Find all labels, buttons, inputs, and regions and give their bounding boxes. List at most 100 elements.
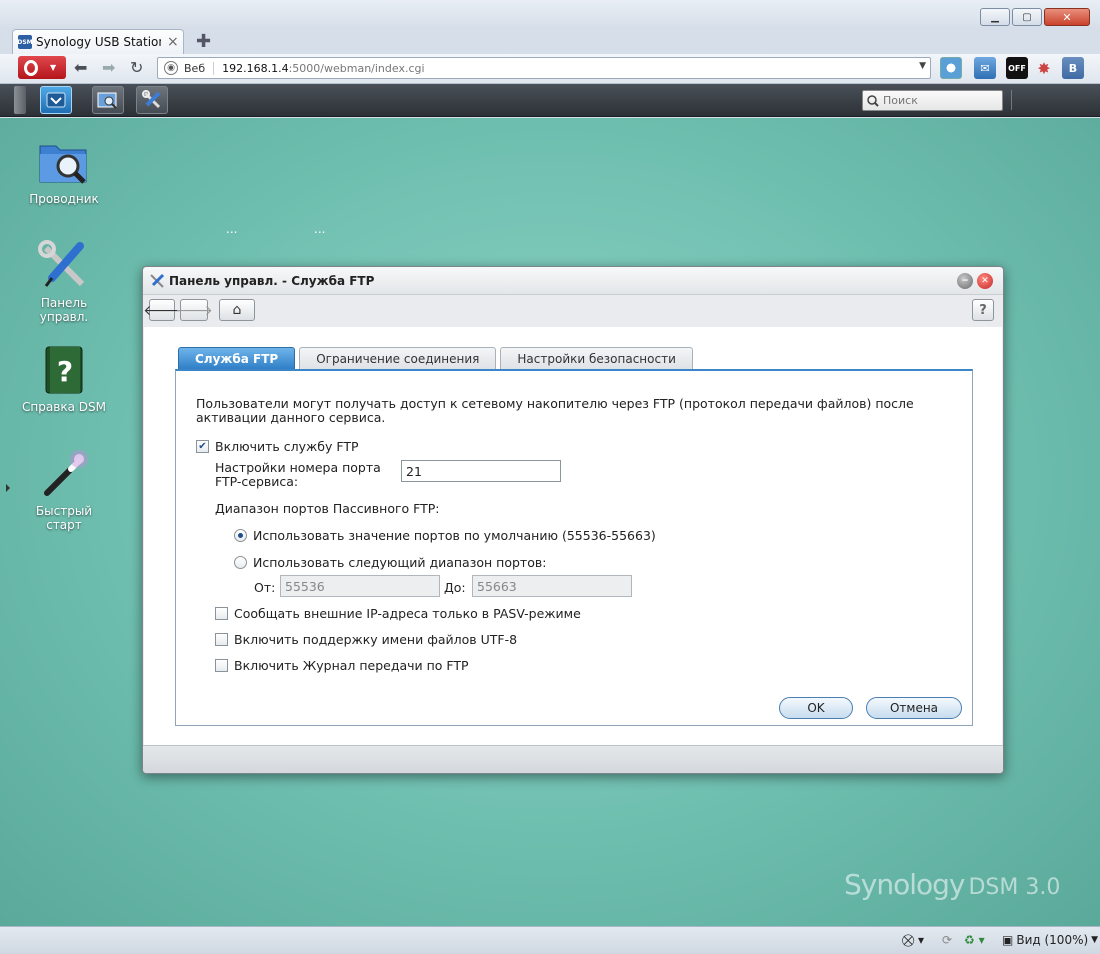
search-input[interactable]	[883, 94, 993, 107]
reload-icon[interactable]: ↻	[130, 58, 143, 77]
desktop-icon-label: Проводник	[29, 192, 99, 206]
opera-logo-icon	[24, 59, 38, 76]
ftp-description: Пользователи могут получать доступ к сет…	[196, 396, 914, 425]
to-label: До:	[444, 580, 466, 595]
option-pasv-external-ip[interactable]: Сообщать внешние IP-адреса только в PASV…	[215, 606, 581, 621]
vk-icon[interactable]: B	[1062, 57, 1084, 79]
turbo-icon[interactable]: ♻ ▾	[964, 933, 985, 947]
mail-icon[interactable]: ✉	[974, 57, 996, 79]
option-utf8[interactable]: Включить поддержку имени файлов UTF-8	[215, 632, 517, 647]
browser-tab[interactable]: DSM Synology USB Station -... ×	[12, 29, 184, 54]
taskbar-control-panel[interactable]	[136, 86, 168, 114]
forward-button[interactable]: 🡒	[175, 299, 213, 321]
star-extension-icon[interactable]: ✸	[1033, 57, 1055, 79]
passive-range-label: Диапазон портов Пассивного FTP:	[215, 501, 440, 516]
dialog-footer	[143, 745, 1003, 773]
opera-menu-button[interactable]: ▼	[18, 56, 66, 79]
back-button[interactable]: 🡐	[143, 299, 181, 321]
taskbar-separator	[1011, 90, 1012, 110]
search-icon	[867, 94, 879, 107]
address-dropdown-icon[interactable]: ▼	[919, 61, 926, 71]
off-extension-icon[interactable]: OFF	[1006, 57, 1028, 79]
desktop-icon-quick-start[interactable]: Быстрый старт	[19, 448, 109, 532]
svg-text:?: ?	[57, 355, 73, 388]
file-browser-icon	[38, 136, 90, 188]
close-window-button[interactable]: ✕	[1044, 8, 1090, 26]
ok-button[interactable]: OK	[779, 697, 853, 719]
utf8-checkbox[interactable]	[215, 633, 228, 646]
radio-custom-label: Использовать следующий диапазон портов:	[253, 555, 547, 570]
minimize-button[interactable]: ▁	[980, 8, 1010, 26]
maximize-button[interactable]: ▢	[1012, 8, 1042, 26]
plus-icon: ✚	[196, 31, 212, 52]
window-titlebar: ▁ ▢ ✕	[0, 0, 1100, 28]
taskbar-search[interactable]	[862, 90, 1003, 111]
radio-default-ports[interactable]	[234, 529, 247, 542]
taskbar-grip[interactable]	[14, 86, 26, 114]
radio-default-label: Использовать значение портов по умолчани…	[253, 528, 656, 543]
desktop-icon-control-panel[interactable]: Панель управл.	[19, 240, 109, 324]
sync-icon[interactable]: ⟳	[942, 933, 952, 947]
chevron-down-icon: ▼	[50, 63, 57, 72]
cancel-button[interactable]: Отмена	[866, 697, 962, 719]
ellipsis-text: ...	[226, 222, 238, 236]
from-label: От:	[254, 580, 276, 595]
ellipsis-text: ...	[314, 222, 326, 236]
minimize-icon: −	[961, 276, 969, 286]
new-tab-button[interactable]: ✚	[196, 31, 211, 52]
zoom-control[interactable]: ▣ Вид (100%) ▼	[1002, 933, 1098, 947]
back-icon[interactable]: ⬅	[74, 58, 87, 77]
globe-icon: ◉	[164, 61, 178, 75]
security-icon[interactable]: ⛒ ▾	[902, 933, 924, 948]
dialog-close-button[interactable]: ✕	[977, 273, 993, 289]
desktop-icon-label: Справка DSM	[22, 400, 106, 414]
taskbar-file-browser[interactable]	[92, 86, 124, 114]
tab-ftp-service[interactable]: Служба FTP	[178, 347, 296, 369]
pasv-external-ip-label: Сообщать внешние IP-адреса только в PASV…	[234, 606, 581, 621]
zoom-label: Вид (100%)	[1016, 933, 1089, 947]
ftp-settings-dialog: Панель управл. - Служба FTP − ✕ 🡐 🡒 ⌂ ? …	[142, 266, 1004, 774]
address-scheme-label: Веб	[184, 61, 215, 75]
maximize-icon: ▢	[1022, 11, 1032, 23]
ftp-port-input[interactable]	[401, 460, 561, 482]
dialog-minimize-button[interactable]: −	[957, 273, 973, 289]
tab-security-settings[interactable]: Настройки безопасности	[500, 347, 693, 369]
address-bar[interactable]: ◉ Веб 192.168.1.4 :5000/webman/index.cgi…	[157, 57, 931, 79]
window-controls: ▁ ▢ ✕	[980, 8, 1090, 26]
tab-close-icon[interactable]: ×	[167, 35, 179, 49]
enable-ftp-label: Включить службу FTP	[215, 439, 359, 454]
radio-custom-row[interactable]: Использовать следующий диапазон портов:	[234, 555, 546, 570]
dialog-title: Панель управл. - Служба FTP	[169, 273, 375, 288]
tab-connection-limit[interactable]: Ограничение соединения	[299, 347, 497, 369]
enable-ftp-row[interactable]: ✔ Включить службу FTP	[196, 439, 359, 454]
extension-speeddial-icon[interactable]	[940, 57, 962, 79]
control-panel-icon	[150, 273, 165, 288]
radio-custom-ports[interactable]	[234, 556, 247, 569]
enable-ftp-checkbox[interactable]: ✔	[196, 440, 209, 453]
desktop-icon-file-browser[interactable]: Проводник	[19, 136, 109, 206]
forward-icon[interactable]: ➡	[102, 58, 115, 77]
address-path: :5000/webman/index.cgi	[288, 61, 425, 75]
home-button[interactable]: ⌂	[219, 299, 255, 321]
tab-title: Synology USB Station -...	[36, 35, 161, 49]
desktop-icon-label: Панель управл.	[39, 296, 89, 324]
desktop-icon-help[interactable]: ? Справка DSM	[19, 344, 109, 414]
dialog-toolbar: 🡐 🡒 ⌂ ?	[143, 295, 1003, 327]
dialog-titlebar[interactable]: Панель управл. - Служба FTP − ✕	[143, 267, 1003, 295]
expand-arrow-icon[interactable]	[6, 484, 10, 492]
minimize-icon: ▁	[991, 11, 999, 23]
help-button[interactable]: ?	[972, 299, 994, 321]
view-icon: ▣	[1002, 933, 1014, 947]
option-transfer-log[interactable]: Включить Журнал передачи по FTP	[215, 658, 469, 673]
home-icon: ⌂	[232, 302, 242, 318]
from-port-input[interactable]	[280, 575, 440, 597]
pasv-external-ip-checkbox[interactable]	[215, 607, 228, 620]
to-port-input[interactable]	[472, 575, 632, 597]
synology-brand-logo: Synology DSM 3.0	[844, 868, 1060, 901]
transfer-log-checkbox[interactable]	[215, 659, 228, 672]
control-panel-icon	[38, 240, 90, 292]
browser-navbar: ▼ ⬅ ➡ ↻ ◉ Веб 192.168.1.4 :5000/webman/i…	[0, 54, 1100, 84]
ftp-service-panel: Пользователи могут получать доступ к сет…	[175, 369, 973, 726]
radio-default-row[interactable]: Использовать значение портов по умолчани…	[234, 528, 656, 543]
main-menu-button[interactable]	[40, 86, 72, 114]
